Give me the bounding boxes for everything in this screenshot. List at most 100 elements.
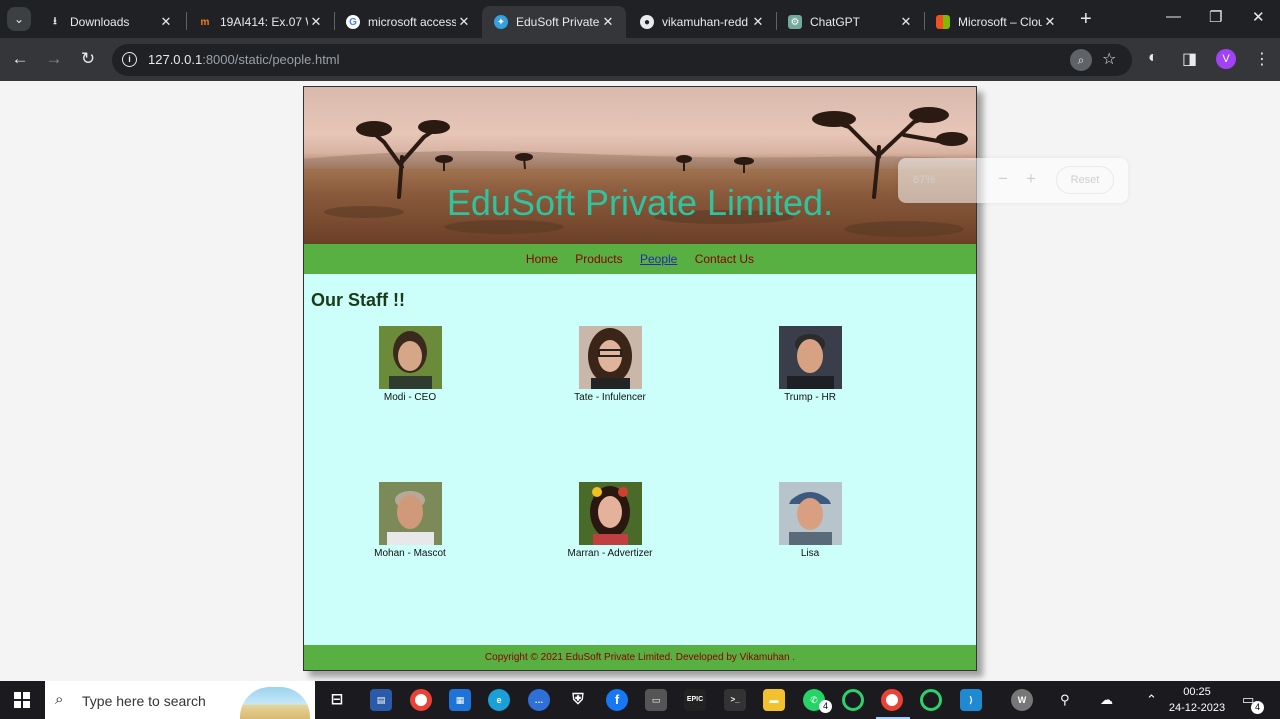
site-title: EduSoft Private Limited. xyxy=(446,182,834,223)
store-icon[interactable]: ▦ xyxy=(449,689,471,711)
bookmark-star-icon[interactable]: ☆ xyxy=(1102,49,1116,69)
zoom-out-button[interactable]: − xyxy=(998,169,1008,189)
staff-photo xyxy=(378,326,442,389)
staff-caption: Mohan - Mascot xyxy=(374,548,446,559)
tab-microsoft[interactable]: Microsoft – Clou ✕ xyxy=(924,6,1068,38)
reload-button[interactable]: ↻ xyxy=(76,48,100,70)
restore-button[interactable]: ❐ xyxy=(1209,8,1222,26)
people-icon[interactable]: ⚲ xyxy=(1060,692,1070,708)
tab-title: ChatGPT xyxy=(810,15,861,29)
notification-badge: 4 xyxy=(1251,701,1264,714)
security-icon[interactable]: ⛨ xyxy=(567,689,589,711)
page-viewport: EduSoft Private Limited. Home Products P… xyxy=(0,81,1280,681)
zoom-icon[interactable]: ⌕ xyxy=(1070,49,1092,71)
task-view-icon[interactable]: ⊟ xyxy=(326,689,348,711)
chrome-icon[interactable] xyxy=(410,689,432,711)
close-icon[interactable]: ✕ xyxy=(750,14,766,30)
back-button[interactable]: ← xyxy=(8,48,32,70)
windows-taskbar: ⌕ Type here to search ⊟ ▤ ▦ e … ⛨ f ▭ EP… xyxy=(0,681,1280,719)
tab-google-search[interactable]: G microsoft access ✕ xyxy=(334,6,482,38)
chrome-active-icon[interactable] xyxy=(881,689,903,711)
chatgpt-icon: ⚙ xyxy=(788,15,802,29)
nav-link-products[interactable]: Products xyxy=(575,252,622,266)
tab-title: microsoft access xyxy=(368,15,456,29)
side-panel-icon[interactable]: ◨ xyxy=(1182,49,1197,69)
nav-link-contact[interactable]: Contact Us xyxy=(695,252,754,266)
zoom-popup: 67% − + Reset xyxy=(898,158,1128,203)
close-icon[interactable]: ✕ xyxy=(898,14,914,30)
close-icon[interactable]: ✕ xyxy=(158,14,174,30)
tab-title: Downloads xyxy=(70,15,130,29)
staff-card: Lisa xyxy=(740,482,880,559)
staff-photo xyxy=(778,482,842,545)
app-window-icon[interactable]: ▭ xyxy=(645,689,667,711)
staff-card: Marran - Advertizer xyxy=(540,482,680,559)
tab-bar: ⌄ ⭳ Downloads ✕ m 19AI414: Ex.07 W ✕ G m… xyxy=(0,0,1280,38)
extension-icon[interactable]: ◐ xyxy=(1148,49,1158,67)
weather-icon[interactable]: ☁ xyxy=(1100,692,1113,708)
start-button[interactable] xyxy=(14,692,30,708)
staff-card: Tate - Infulencer xyxy=(540,326,680,403)
menu-icon[interactable]: ⋮ xyxy=(1254,49,1270,69)
microsoft-icon xyxy=(936,15,950,29)
staff-caption: Marran - Advertizer xyxy=(567,548,653,559)
url-text[interactable]: 127.0.0.1:8000/static/people.html xyxy=(148,52,340,67)
edge-icon[interactable]: e xyxy=(488,689,510,711)
system-clock[interactable]: 00:25 24-12-2023 xyxy=(1168,684,1226,716)
tab-chatgpt[interactable]: ⚙ ChatGPT ✕ xyxy=(776,6,924,38)
nav-link-people[interactable]: People xyxy=(640,252,677,266)
close-icon[interactable]: ✕ xyxy=(308,14,324,30)
search-icon: ⌕ xyxy=(55,691,64,708)
site-info-icon[interactable]: i xyxy=(122,52,137,67)
staff-photo xyxy=(778,326,842,389)
nav-link-home[interactable]: Home xyxy=(526,252,558,266)
browser-toolbar: ← → ↻ i 127.0.0.1:8000/static/people.htm… xyxy=(0,38,1280,81)
messenger-icon[interactable]: … xyxy=(528,689,550,711)
tab-search-button[interactable]: ⌄ xyxy=(7,7,31,31)
site-nav: Home Products People Contact Us xyxy=(304,244,976,274)
new-tab-button[interactable]: + xyxy=(1080,9,1092,29)
tab-title: 19AI414: Ex.07 W xyxy=(220,15,308,29)
tab-downloads[interactable]: ⭳ Downloads ✕ xyxy=(36,6,184,38)
forward-button[interactable]: → xyxy=(42,48,66,70)
epic-games-icon[interactable]: EPIC xyxy=(684,689,706,711)
minimize-button[interactable]: — xyxy=(1166,8,1181,25)
zoom-reset-button[interactable]: Reset xyxy=(1056,166,1114,194)
tab-moodle[interactable]: m 19AI414: Ex.07 W ✕ xyxy=(186,6,334,38)
address-bar[interactable]: i 127.0.0.1:8000/static/people.html ⌕ ☆ xyxy=(112,44,1132,76)
staff-caption: Lisa xyxy=(800,548,820,559)
close-icon[interactable]: ✕ xyxy=(456,14,472,30)
news-app-icon[interactable]: ▤ xyxy=(370,689,392,711)
staff-caption: Modi - CEO xyxy=(383,392,437,403)
refresh-app-icon[interactable] xyxy=(842,689,864,711)
desert-banner-image: EduSoft Private Limited. xyxy=(304,87,976,244)
chevron-up-icon[interactable]: ⌃ xyxy=(1146,692,1157,708)
tab-title: EduSoft Private L xyxy=(516,15,600,29)
facebook-icon[interactable]: f xyxy=(606,689,628,711)
clock-date: 24-12-2023 xyxy=(1168,702,1226,714)
zoom-in-button[interactable]: + xyxy=(1026,169,1036,189)
vscode-icon[interactable]: ⟩ xyxy=(960,689,982,711)
staff-caption: Tate - Infulencer xyxy=(574,392,646,403)
tab-edusoft[interactable]: ✦ EduSoft Private L ✕ xyxy=(482,6,626,38)
staff-photo xyxy=(578,326,642,389)
staff-card: Mohan - Mascot xyxy=(340,482,480,559)
clock-time: 00:25 xyxy=(1183,686,1211,698)
site-container: EduSoft Private Limited. Home Products P… xyxy=(303,86,977,671)
taskbar-search[interactable]: ⌕ Type here to search xyxy=(45,681,315,719)
loader-app-icon[interactable] xyxy=(920,689,942,711)
staff-photo xyxy=(578,482,642,545)
staff-photo xyxy=(378,482,442,545)
github-icon: ● xyxy=(640,15,654,29)
close-icon[interactable]: ✕ xyxy=(1042,14,1058,30)
file-explorer-icon[interactable]: ▬ xyxy=(763,689,785,711)
user-avatar[interactable]: W xyxy=(1011,689,1033,711)
tab-github[interactable]: ● vikamuhan-redd ✕ xyxy=(628,6,776,38)
search-highlight-image xyxy=(240,687,310,719)
close-window-button[interactable]: ✕ xyxy=(1252,8,1265,26)
staff-card: Modi - CEO xyxy=(340,326,480,403)
staff-card: Trump - HR xyxy=(740,326,880,403)
profile-avatar[interactable]: V xyxy=(1216,49,1236,69)
close-icon[interactable]: ✕ xyxy=(600,14,616,30)
terminal-icon[interactable]: >_ xyxy=(724,689,746,711)
